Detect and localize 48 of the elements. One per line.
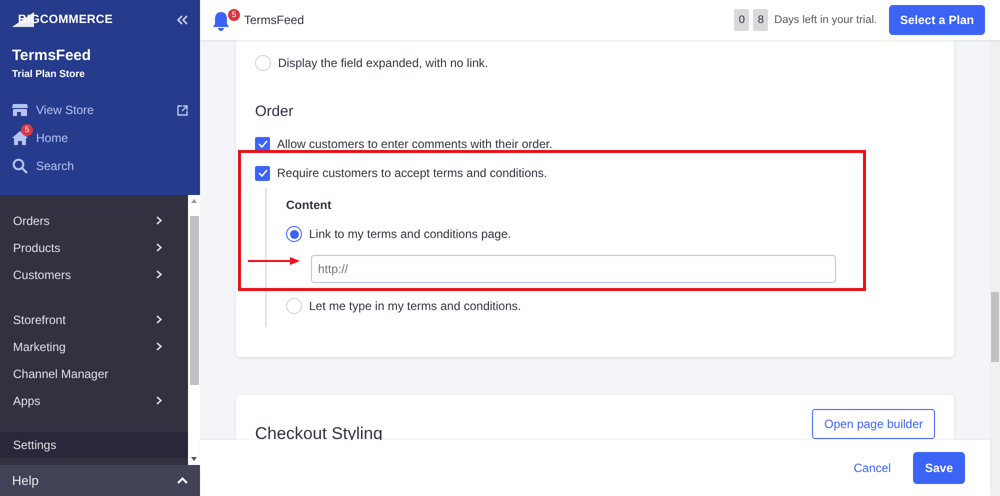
scroll-up-icon[interactable] — [191, 199, 197, 203]
notification-badge: 5 — [228, 9, 240, 21]
scroll-down-icon[interactable] — [191, 457, 197, 461]
counter-digit: 0 — [734, 9, 750, 31]
nav-item[interactable]: Channel Manager — [0, 360, 188, 387]
chevron-up-icon — [177, 477, 188, 484]
help-bar[interactable]: Help — [0, 465, 200, 496]
content-title: Content — [286, 196, 332, 214]
quick-link[interactable]: Search — [12, 152, 188, 180]
cancel-link[interactable]: Cancel — [854, 459, 891, 477]
store-plan: Trial Plan Store — [12, 68, 86, 82]
search-icon — [12, 158, 28, 174]
quick-link[interactable]: View Store — [12, 96, 188, 124]
nav-item[interactable]: Customers — [0, 261, 188, 288]
check-icon — [258, 140, 268, 148]
checkbox[interactable] — [255, 166, 270, 180]
checkbox[interactable] — [255, 136, 270, 152]
scrollbar[interactable] — [188, 195, 200, 465]
store-name: TermsFeed — [12, 47, 92, 65]
option-label: Link to my terms and conditions page. — [309, 226, 512, 243]
url-field[interactable]: http:// — [311, 254, 836, 282]
bell-icon[interactable] — [212, 11, 230, 31]
annotation-arrow — [248, 257, 300, 265]
page-builder-button[interactable]: Open page builder — [812, 408, 935, 438]
checkbox-label: Allow customers to enter comments with their order. — [277, 136, 552, 153]
nav-item[interactable]: Marketing — [0, 333, 188, 360]
page-scrollbar[interactable] — [990, 40, 1000, 496]
select-plan-button[interactable]: Select a Plan — [888, 5, 985, 35]
check-icon — [258, 169, 268, 177]
store-name: TermsFeed — [244, 12, 304, 29]
collapse-icon[interactable] — [176, 14, 188, 24]
store-icon — [12, 102, 28, 118]
nav-item[interactable]: Settings — [0, 432, 188, 458]
trial-text: Days left in your trial. — [774, 12, 877, 28]
counter-digit: 8 — [753, 9, 768, 31]
checkbox-label: Require customers to accept terms and conditions. — [277, 165, 548, 182]
radio-button[interactable] — [286, 226, 302, 242]
help-label: Help — [12, 472, 39, 490]
option-label: Display the field expanded, with no link. — [278, 54, 488, 72]
option-label: Let me type in my terms and conditions. — [309, 298, 522, 315]
nav-item[interactable]: Apps — [0, 387, 188, 414]
save-button[interactable]: Save — [912, 452, 965, 484]
quick-link[interactable]: Home 5 — [12, 124, 188, 152]
nav-item[interactable]: Orders — [0, 207, 188, 234]
nav-item[interactable]: Products — [0, 234, 188, 261]
notification-badge: 5 — [21, 124, 33, 136]
nav-item[interactable]: Storefront — [0, 306, 188, 333]
section-title: Order — [255, 102, 294, 122]
